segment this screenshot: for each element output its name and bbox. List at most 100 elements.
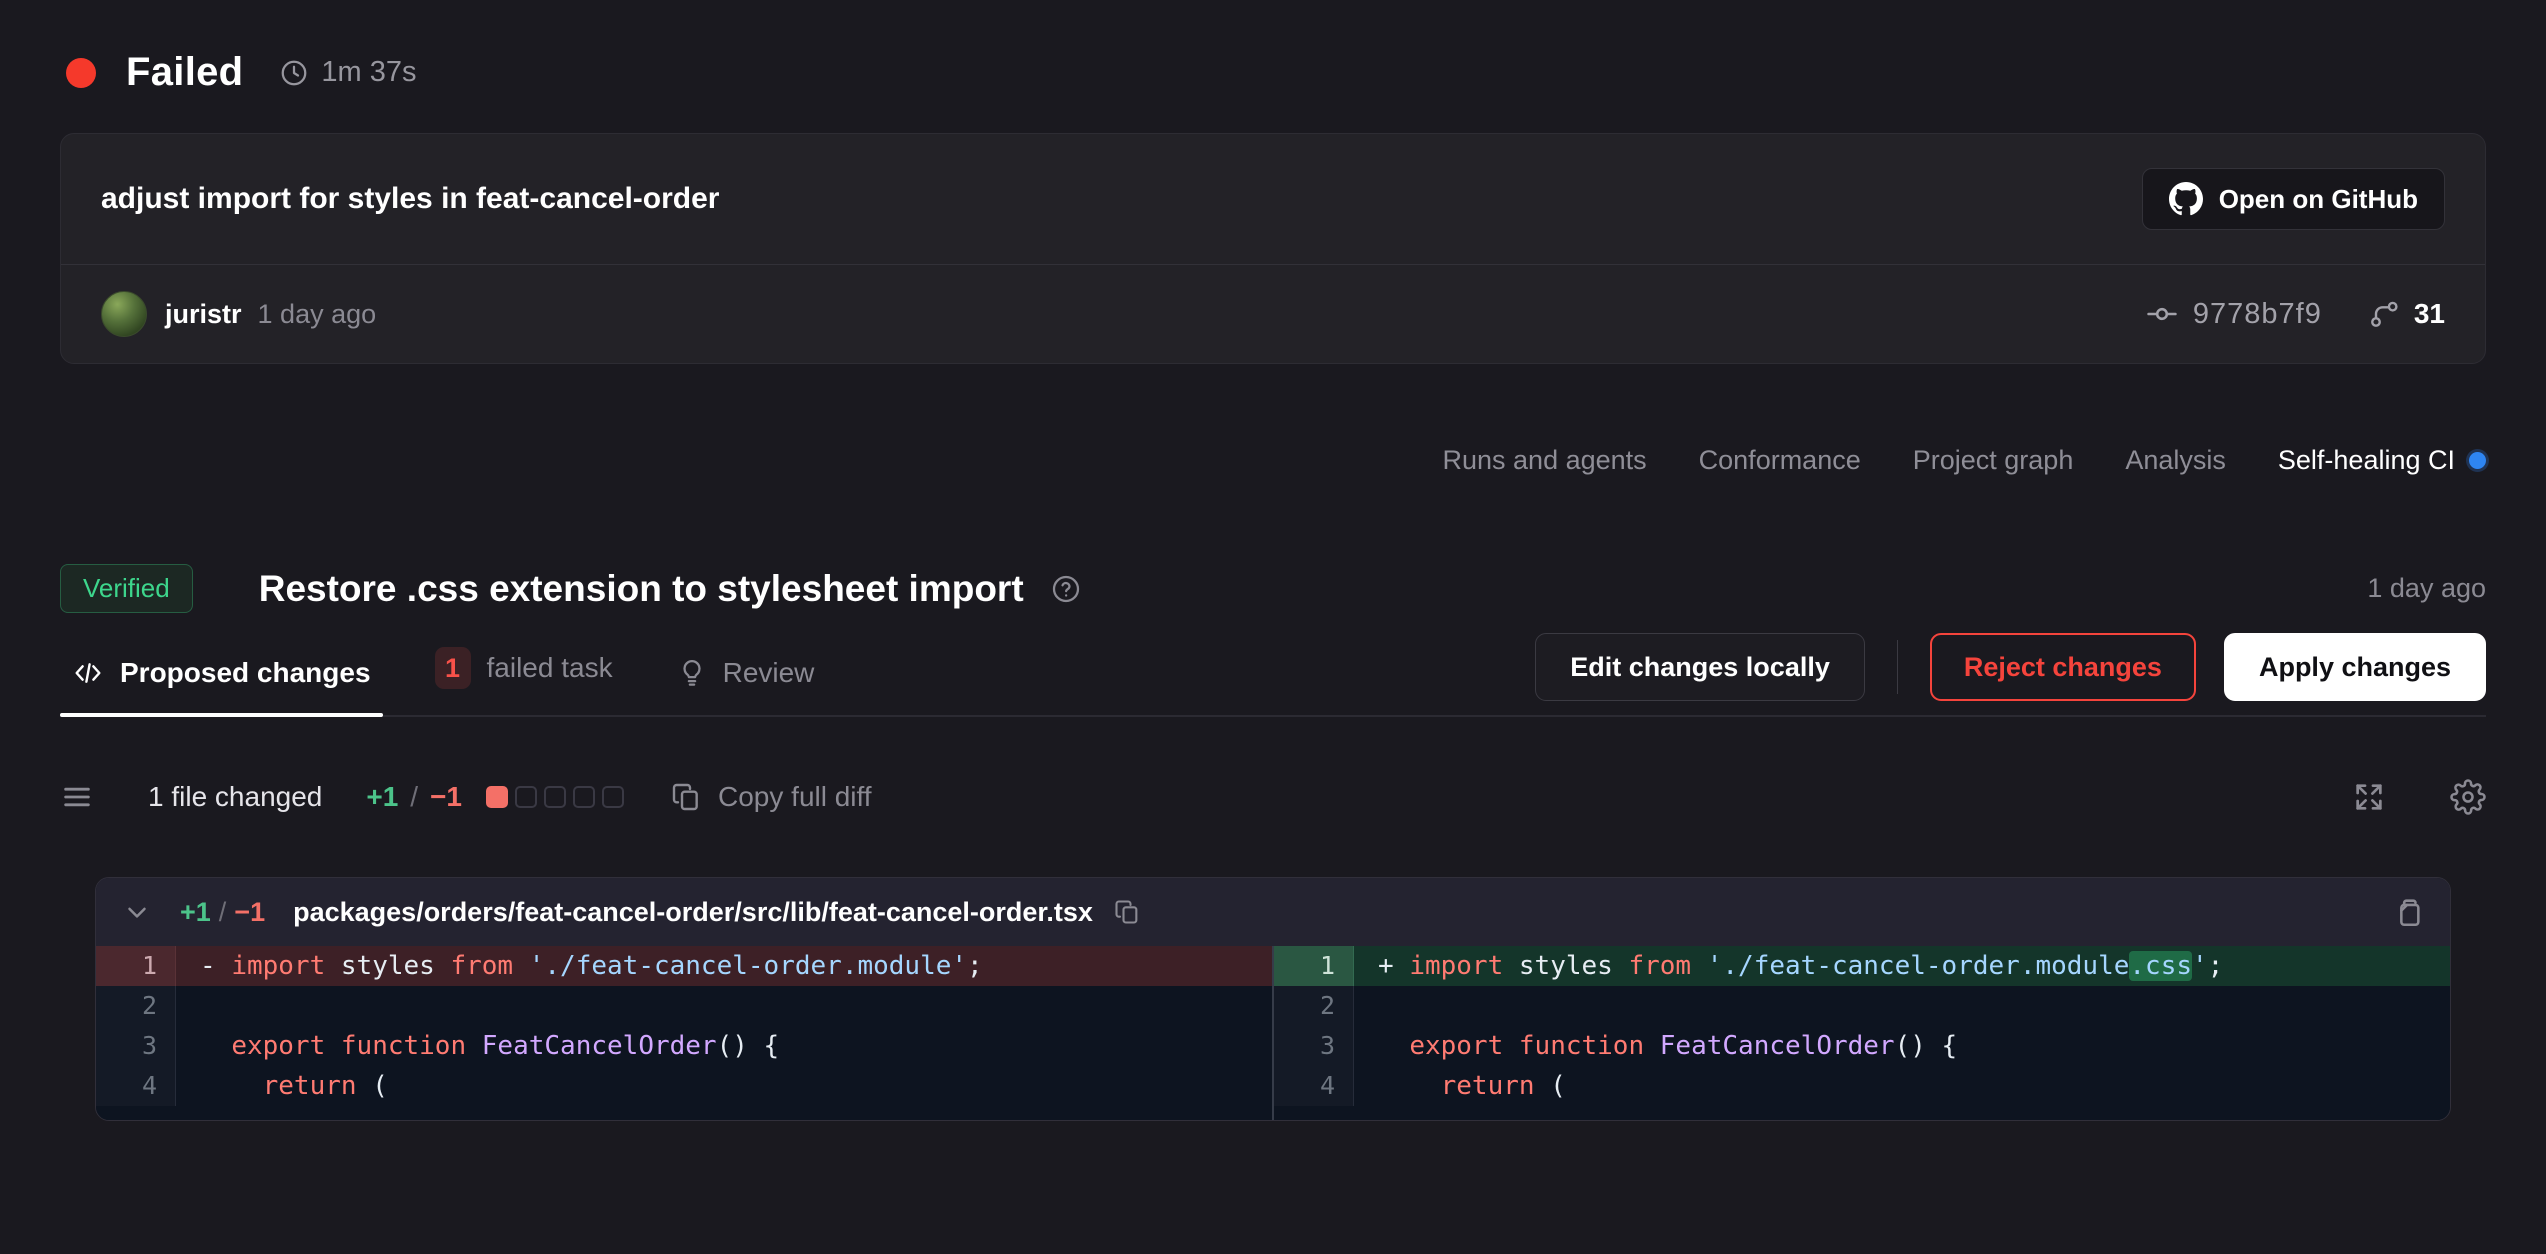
commit-time: 1 day ago [258,299,377,330]
diff-stat-square-filled [486,786,508,808]
edit-changes-locally-button[interactable]: Edit changes locally [1535,633,1865,701]
branch-icon [2368,298,2400,330]
open-on-github-button[interactable]: Open on GitHub [2142,168,2445,230]
run-status-label: Failed [126,50,243,95]
fix-title: Restore .css extension to stylesheet imp… [259,568,1024,610]
author-name: juristr [165,299,242,330]
code-line [1354,986,2450,1026]
tab-failed-task-label: failed task [487,652,613,684]
line-number: 3 [1274,1026,1354,1066]
nav-self-healing-ci-label: Self-healing CI [2278,445,2455,476]
added-substring-highlight: .css [2129,951,2192,981]
author-group: juristr 1 day ago [101,291,376,337]
page: Failed 1m 37s adjust import for styles i… [0,0,2546,1254]
chevron-down-icon[interactable] [122,897,152,927]
clock-icon [279,58,309,88]
diff-line: 2 [96,986,1272,1026]
active-nav-dot [2469,452,2486,469]
file-deletions: −1 [234,897,265,928]
diff-toolbar-right [2352,779,2486,815]
copy-path-icon[interactable] [1113,898,1141,926]
line-number: 3 [96,1026,176,1066]
nav-conformance[interactable]: Conformance [1699,445,1861,476]
commit-card: adjust import for styles in feat-cancel-… [60,133,2486,364]
line-number: 1 [96,946,176,986]
lightbulb-icon [677,658,707,688]
copy-full-diff-label: Copy full diff [718,781,872,813]
code-line: return ( [1354,1066,2450,1106]
run-status-row: Failed 1m 37s [60,50,2486,95]
fix-header: Verified Restore .css extension to style… [60,564,2486,613]
help-icon[interactable] [1050,573,1082,605]
failed-status-dot [66,58,96,88]
code-line: return ( [176,1066,1272,1106]
gear-icon[interactable] [2450,779,2486,815]
run-duration-value: 1m 37s [321,56,416,89]
diff-panel: +1 / −1 packages/orders/feat-cancel-orde… [95,877,2451,1121]
diff-stat-square [515,786,537,808]
diff-stat-square [602,786,624,808]
line-number: 4 [96,1066,176,1106]
commit-card-meta-row: juristr 1 day ago 9778b7f9 31 [61,265,2485,363]
nav-runs-and-agents[interactable]: Runs and agents [1443,445,1647,476]
files-changed-label: 1 file changed [148,781,322,813]
expand-icon[interactable] [2352,780,2386,814]
stat-separator: / [410,781,418,813]
file-list-menu-icon[interactable] [60,780,94,814]
action-buttons: Edit changes locally Reject changes Appl… [1535,633,2486,701]
diff-toolbar-left: 1 file changed +1 / −1 Copy full diff [60,780,872,814]
tabs-group: Proposed changes 1 failed task Review [60,647,814,715]
line-number: 1 [1274,946,1354,986]
reject-changes-button[interactable]: Reject changes [1930,633,2196,701]
diff-line: 3 export function FeatCancelOrder() { [1274,1026,2450,1066]
diff-line-added: 1+ import styles from './feat-cancel-ord… [1274,946,2450,986]
copy-file-icon[interactable] [2390,895,2424,929]
diff-stat-square [544,786,566,808]
fix-time: 1 day ago [2367,573,2486,604]
nav-analysis[interactable]: Analysis [2125,445,2226,476]
line-number: 2 [1274,986,1354,1026]
commit-sha-link[interactable]: 9778b7f9 [2145,297,2322,331]
apply-changes-button[interactable]: Apply changes [2224,633,2486,701]
line-number: 2 [96,986,176,1026]
failed-count-badge: 1 [435,647,471,689]
diff-line: 4 return ( [96,1066,1272,1106]
tab-proposed-changes[interactable]: Proposed changes [72,657,371,715]
additions-count: +1 [366,781,398,813]
copy-icon [670,781,702,813]
branch-count-link[interactable]: 31 [2368,298,2445,330]
tab-failed-task[interactable]: 1 failed task [435,647,613,715]
commit-title: adjust import for styles in feat-cancel-… [101,182,719,216]
diff-stat-squares [486,786,624,808]
avatar [101,291,147,337]
commit-sha: 9778b7f9 [2193,298,2322,331]
diff-line: 4 return ( [1274,1066,2450,1106]
deletions-count: −1 [430,781,462,813]
branch-count: 31 [2414,298,2445,330]
open-on-github-label: Open on GitHub [2219,184,2418,215]
nav-self-healing-ci[interactable]: Self-healing CI [2278,445,2486,476]
tab-review[interactable]: Review [677,657,815,715]
code-line: export function FeatCancelOrder() { [1354,1026,2450,1066]
run-duration: 1m 37s [279,56,416,89]
line-number: 4 [1274,1066,1354,1106]
code-line: export function FeatCancelOrder() { [176,1026,1272,1066]
code-line: + import styles from './feat-cancel-orde… [1354,946,2450,986]
tabs-row: Proposed changes 1 failed task Review Ed… [60,633,2486,717]
tab-proposed-changes-label: Proposed changes [120,657,371,689]
commit-card-top: adjust import for styles in feat-cancel-… [61,134,2485,264]
action-divider [1897,640,1898,694]
tab-review-label: Review [723,657,815,689]
copy-full-diff-button[interactable]: Copy full diff [670,781,872,813]
diff-file-header: +1 / −1 packages/orders/feat-cancel-orde… [96,878,2450,946]
diff-toolbar: 1 file changed +1 / −1 Copy full diff [60,767,2486,827]
code-icon [72,657,104,689]
file-stat-separator: / [219,897,227,928]
code-line [176,986,1272,1026]
file-additions: +1 [180,897,211,928]
commit-icon [2145,297,2179,331]
nav-project-graph[interactable]: Project graph [1913,445,2074,476]
diff-line: 3 export function FeatCancelOrder() { [96,1026,1272,1066]
diff-pane-after: 1+ import styles from './feat-cancel-ord… [1272,946,2450,1120]
file-path: packages/orders/feat-cancel-order/src/li… [293,897,1093,928]
